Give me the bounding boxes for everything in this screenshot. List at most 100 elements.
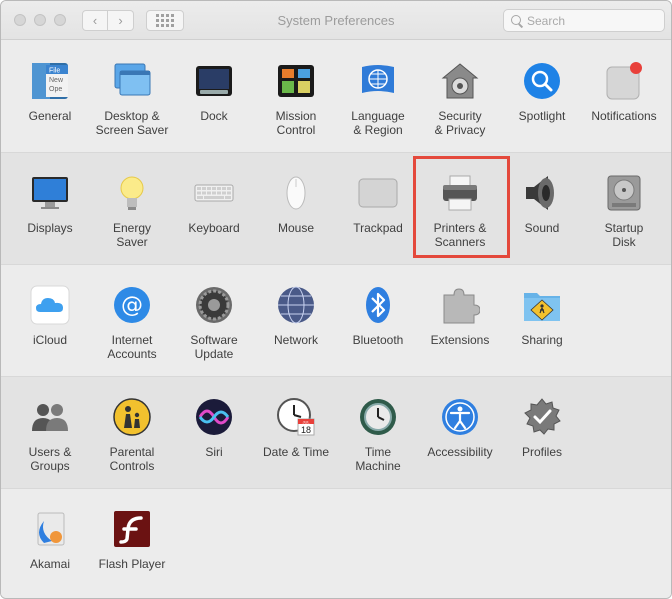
keyboard-icon bbox=[194, 173, 234, 213]
magnifier-icon bbox=[522, 61, 562, 101]
zoom-window-button[interactable] bbox=[54, 14, 66, 26]
pane-mouse[interactable]: Mouse bbox=[255, 157, 337, 257]
pane-label: Security & Privacy bbox=[434, 109, 486, 137]
pane-label: Time Machine bbox=[355, 445, 401, 473]
pane-label: Notifications bbox=[591, 109, 657, 123]
pane-label: Profiles bbox=[521, 445, 562, 459]
pane-date-time[interactable]: JUL 18 Date & Time bbox=[255, 381, 337, 481]
gear-icon bbox=[194, 285, 234, 325]
pane-label: Software Update bbox=[190, 333, 238, 361]
pane-label: Network bbox=[273, 333, 318, 347]
pane-label: Trackpad bbox=[353, 221, 403, 235]
pane-energy-saver[interactable]: Energy Saver bbox=[91, 157, 173, 257]
pane-sound[interactable]: Sound bbox=[501, 157, 583, 257]
dock-icon bbox=[194, 61, 234, 101]
house-lock-icon bbox=[440, 61, 480, 101]
pane-label: Akamai bbox=[29, 557, 70, 571]
chevron-left-icon: ‹ bbox=[92, 13, 98, 28]
pane-siri[interactable]: Siri bbox=[173, 381, 255, 481]
forward-button[interactable]: › bbox=[108, 10, 134, 31]
pane-displays[interactable]: Displays bbox=[9, 157, 91, 257]
pane-spotlight[interactable]: Spotlight bbox=[501, 45, 583, 145]
mouse-icon bbox=[276, 173, 316, 213]
akamai-icon bbox=[30, 509, 70, 549]
at-sign-icon: @ bbox=[112, 285, 152, 325]
svg-text:18: 18 bbox=[301, 425, 311, 435]
pane-language-region[interactable]: Language & Region bbox=[337, 45, 419, 145]
pane-label: Date & Time bbox=[262, 445, 330, 459]
title-bar: ‹ › System Preferences bbox=[1, 1, 671, 40]
pane-users-groups[interactable]: Users & Groups bbox=[9, 381, 91, 481]
pane-label: Energy Saver bbox=[112, 221, 152, 249]
close-window-button[interactable] bbox=[14, 14, 26, 26]
pane-desktop-screen-saver[interactable]: Desktop & Screen Saver bbox=[91, 45, 173, 145]
pane-startup-disk[interactable]: Startup Disk bbox=[583, 157, 665, 257]
cloud-icon bbox=[30, 285, 70, 325]
pane-sharing[interactable]: Sharing bbox=[501, 269, 583, 369]
pane-trackpad[interactable]: Trackpad bbox=[337, 157, 419, 257]
trackpad-icon bbox=[358, 173, 398, 213]
search-icon bbox=[510, 14, 524, 28]
search-input[interactable] bbox=[527, 13, 657, 28]
pane-software-update[interactable]: Software Update bbox=[173, 269, 255, 369]
bluetooth-icon bbox=[358, 285, 398, 325]
general-icon: File New Ope bbox=[30, 61, 70, 101]
desktop-icon bbox=[112, 61, 152, 101]
chevron-right-icon: › bbox=[118, 13, 123, 28]
back-button[interactable]: ‹ bbox=[82, 10, 108, 31]
pane-parental-controls[interactable]: Parental Controls bbox=[91, 381, 173, 481]
pane-label: Accessibility bbox=[427, 445, 493, 459]
flash-icon bbox=[112, 509, 152, 549]
time-machine-icon bbox=[358, 397, 398, 437]
pane-label: Keyboard bbox=[188, 221, 240, 235]
globe-flag-icon bbox=[358, 61, 398, 101]
pane-label: Language & Region bbox=[351, 109, 405, 137]
siri-icon bbox=[194, 397, 234, 437]
pane-label: Users & Groups bbox=[28, 445, 72, 473]
pane-icloud[interactable]: iCloud bbox=[9, 269, 91, 369]
pane-label: Extensions bbox=[430, 333, 490, 347]
pane-security-privacy[interactable]: Security & Privacy bbox=[419, 45, 501, 145]
pane-label: Displays bbox=[27, 221, 73, 235]
notifications-icon bbox=[604, 61, 644, 101]
pane-label: General bbox=[28, 109, 72, 123]
pane-label: Sound bbox=[524, 221, 560, 235]
show-all-button[interactable] bbox=[146, 10, 184, 31]
svg-text:@: @ bbox=[121, 293, 143, 318]
pane-general[interactable]: File New Ope General bbox=[9, 45, 91, 145]
pane-time-machine[interactable]: Time Machine bbox=[337, 381, 419, 481]
pane-label: iCloud bbox=[32, 333, 68, 347]
pane-label: Siri bbox=[205, 445, 223, 459]
pane-label: Mission Control bbox=[275, 109, 317, 137]
sharing-folder-icon bbox=[522, 285, 562, 325]
svg-text:Ope: Ope bbox=[49, 86, 62, 93]
pane-notifications[interactable]: Notifications bbox=[583, 45, 665, 145]
mission-control-icon bbox=[276, 61, 316, 101]
pane-label: Spotlight bbox=[518, 109, 566, 123]
network-globe-icon bbox=[276, 285, 316, 325]
minimize-window-button[interactable] bbox=[34, 14, 46, 26]
pane-label: Internet Accounts bbox=[107, 333, 157, 361]
pane-label: Desktop & Screen Saver bbox=[95, 109, 169, 137]
clock-calendar-icon: JUL 18 bbox=[276, 397, 316, 437]
lightbulb-icon bbox=[112, 173, 152, 213]
users-icon bbox=[30, 397, 70, 437]
pane-akamai[interactable]: Akamai bbox=[9, 493, 91, 593]
pane-mission-control[interactable]: Mission Control bbox=[255, 45, 337, 145]
pane-label: Flash Player bbox=[98, 557, 166, 571]
speaker-icon bbox=[522, 173, 562, 213]
pane-label: Startup Disk bbox=[604, 221, 644, 249]
grid-icon bbox=[156, 14, 159, 17]
monitor-icon bbox=[30, 173, 70, 213]
pane-network[interactable]: Network bbox=[255, 269, 337, 369]
pane-extensions[interactable]: Extensions bbox=[419, 269, 501, 369]
pane-profiles[interactable]: Profiles bbox=[501, 381, 583, 481]
pane-keyboard[interactable]: Keyboard bbox=[173, 157, 255, 257]
pane-flash-player[interactable]: Flash Player bbox=[91, 493, 173, 593]
puzzle-piece-icon bbox=[440, 285, 480, 325]
pane-internet-accounts[interactable]: @ Internet Accounts bbox=[91, 269, 173, 369]
pane-bluetooth[interactable]: Bluetooth bbox=[337, 269, 419, 369]
pane-dock[interactable]: Dock bbox=[173, 45, 255, 145]
search-field[interactable] bbox=[503, 9, 665, 32]
pane-accessibility[interactable]: Accessibility bbox=[419, 381, 501, 481]
